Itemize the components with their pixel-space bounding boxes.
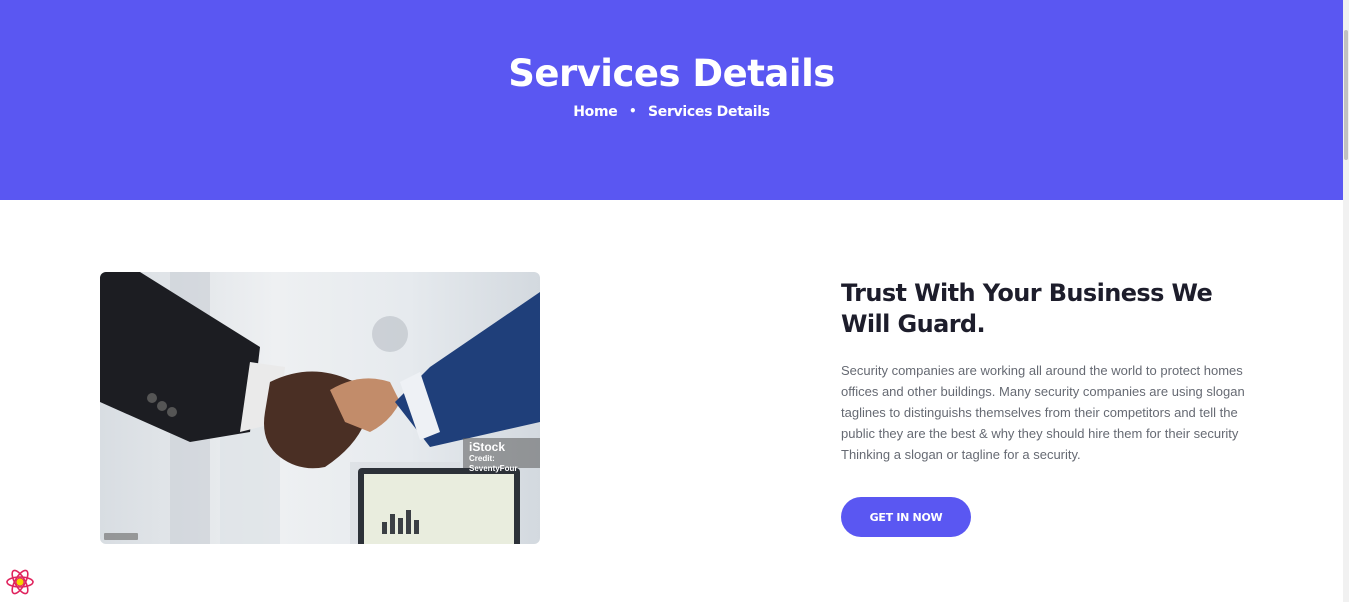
image-id-tag [104, 533, 138, 540]
breadcrumb-separator: • [629, 104, 637, 118]
service-heading: Trust With Your Business We Will Guard. [841, 279, 1213, 338]
image-watermark: iStock Credit: SeventyFour [463, 438, 540, 473]
breadcrumb-home-link[interactable]: Home [573, 104, 618, 120]
react-icon[interactable] [4, 566, 36, 598]
vertical-scrollbar[interactable] [1343, 0, 1349, 602]
page-title: Services Details [508, 52, 835, 95]
breadcrumb: Home • Services Details [0, 104, 1343, 120]
watermark-brand: iStock [469, 440, 506, 454]
page-banner: Services Details Home • Services Details [0, 0, 1343, 200]
get-in-now-button[interactable]: GET IN NOW [841, 497, 971, 537]
handshake-illustration [100, 272, 540, 544]
service-description: Security companies are working all aroun… [841, 363, 1245, 462]
breadcrumb-current: Services Details [647, 104, 770, 120]
page: Services Details Home • Services Details [0, 0, 1349, 602]
scrollbar-thumb[interactable] [1344, 30, 1348, 160]
service-image: iStock Credit: SeventyFour [100, 272, 540, 544]
watermark-credit: Credit: SeventyFour [469, 454, 518, 473]
